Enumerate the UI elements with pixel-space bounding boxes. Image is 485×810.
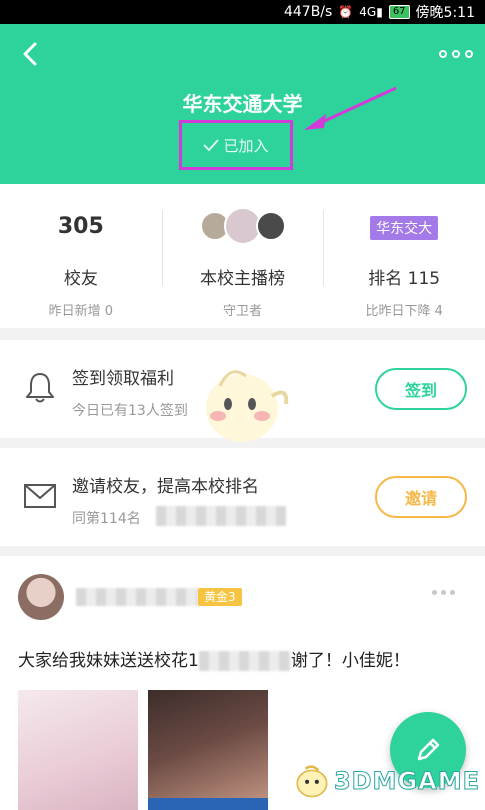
guardian-label: 守卫者	[223, 304, 263, 319]
back-button[interactable]	[14, 38, 46, 70]
dot-icon	[439, 50, 447, 58]
watermark-text: 3DMGAME	[333, 767, 480, 796]
post-photo[interactable]	[18, 690, 138, 810]
blurred-text	[198, 651, 291, 671]
more-options-button[interactable]	[439, 44, 473, 64]
clock: 傍晚5:11	[415, 5, 475, 21]
checkin-button[interactable]: 签到	[375, 368, 467, 410]
rank-change-label: 比昨日下降 4	[365, 304, 443, 319]
dot-icon	[452, 50, 460, 58]
invite-title: 邀请校友，提高本校排名	[72, 477, 259, 497]
dot-icon	[465, 50, 473, 58]
invite-sub: 同第114名	[72, 511, 141, 527]
post-more-button[interactable]	[432, 590, 455, 595]
network-speed: 447B/s	[283, 4, 333, 20]
check-icon	[203, 139, 220, 151]
alumni-count: 305	[57, 214, 104, 239]
level-badge: 黄金3	[198, 588, 242, 606]
status-bar: 447B/s ⏰ 4G▮ 67 傍晚5:11	[0, 0, 485, 24]
alumni-label: 校友	[63, 269, 98, 289]
alarm-icon: ⏰	[338, 5, 354, 19]
joined-button[interactable]: 已加入	[179, 120, 293, 170]
signal-label: 4G	[359, 5, 377, 19]
stats-row: 305 校友 昨日新增 0 本校主播榜 守卫者 华东交大 排名 115 比昨日下…	[0, 184, 485, 328]
alumni-new-today: 昨日新增 0	[48, 304, 114, 319]
mail-icon	[22, 478, 58, 514]
joined-label: 已加入	[223, 136, 269, 155]
school-rank-stat[interactable]: 华东交大 排名 115 比昨日下降 4	[323, 184, 485, 328]
avatar[interactable]	[18, 574, 64, 620]
post-photo[interactable]	[148, 690, 268, 810]
anchor-avatars	[162, 207, 324, 245]
header: 华东交通大学 已加入	[0, 24, 485, 184]
school-badge: 华东交大	[370, 216, 439, 240]
bell-icon	[22, 370, 58, 406]
blurred-text	[156, 506, 286, 526]
checkin-sub: 今日已有13人签到	[72, 403, 188, 419]
annotation-arrow-icon	[304, 86, 397, 130]
chevron-left-icon	[23, 42, 37, 66]
alumni-stat[interactable]: 305 校友 昨日新增 0	[0, 184, 162, 328]
avatar	[255, 211, 286, 241]
dot-icon	[450, 590, 455, 595]
anchor-ranking-stat[interactable]: 本校主播榜 守卫者	[161, 184, 324, 328]
battery-level: 67	[392, 6, 406, 17]
post-text-start: 大家给我妹妹送送校花1	[18, 651, 199, 671]
blurred-username	[76, 588, 198, 606]
invite-card: 邀请校友，提高本校排名 同第114名 邀请	[0, 448, 485, 546]
mascot-sticker-icon	[206, 370, 289, 442]
watermark: 3DMGAME	[294, 758, 480, 804]
checkin-title: 签到领取福利	[72, 369, 174, 389]
anchor-ranking-label: 本校主播榜	[200, 269, 285, 289]
battery-icon: 67	[388, 5, 410, 19]
page-title: 华东交通大学	[182, 92, 303, 116]
watermark-logo-icon	[296, 765, 328, 798]
post-text-end: 谢了！小佳妮！	[290, 651, 410, 671]
school-rank-label: 排名 115	[368, 269, 441, 289]
dot-icon	[441, 590, 446, 595]
invite-button[interactable]: 邀请	[375, 476, 467, 518]
post-text: 大家给我妹妹送送校花1 谢了！小佳妮！	[18, 646, 410, 671]
dot-icon	[432, 590, 437, 595]
signal-icon: 4G▮	[359, 5, 383, 19]
